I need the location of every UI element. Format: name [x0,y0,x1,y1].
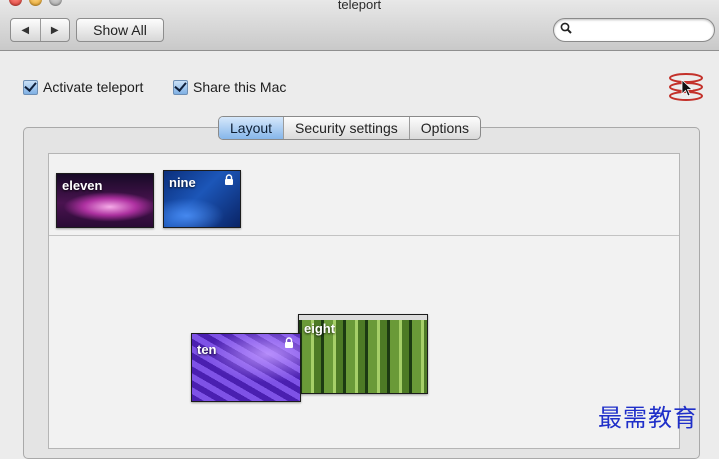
back-arrow-icon: ◀ [21,24,30,36]
window-toolbar: teleport ◀ ▶ Show All [0,0,719,51]
back-button[interactable]: ◀ [11,19,40,41]
share-this-mac-check[interactable] [173,79,188,95]
show-all-button[interactable]: Show All [76,18,164,42]
watermark-text: 最需教育 [598,404,698,432]
tab-security-settings[interactable]: Security settings [283,117,409,139]
layout-divider [49,235,679,236]
back-forward-control: ◀ ▶ [10,18,70,42]
share-this-mac-checkbox[interactable]: Share this Mac [173,78,286,96]
search-icon [560,22,572,37]
activate-teleport-check[interactable] [23,79,38,95]
forward-button[interactable]: ▶ [39,19,70,41]
lock-icon [225,174,233,185]
activate-teleport-checkbox[interactable]: Activate teleport [23,78,143,96]
screen-name: nine [169,175,196,190]
tab-layout[interactable]: Layout [219,117,284,139]
activate-teleport-label: Activate teleport [43,79,144,95]
tab-bar: Layout Security settings Options [218,116,482,140]
screen-name: ten [197,342,217,357]
screen-thumbnail-eleven[interactable]: eleven [56,173,154,228]
lock-icon [285,337,293,348]
screen-thumbnail-ten[interactable]: ten [191,333,301,402]
window-title: teleport [337,0,382,12]
screen-name: eight [304,321,336,336]
screen-menubar [299,315,427,320]
tab-options[interactable]: Options [408,117,480,139]
screen-thumbnail-nine[interactable]: nine [163,170,241,228]
forward-arrow-icon: ▶ [50,24,59,36]
share-this-mac-label: Share this Mac [193,79,287,95]
search-field[interactable] [553,18,715,42]
teleport-logo-icon [669,73,703,101]
screen-name: eleven [62,178,103,193]
screen-thumbnail-eight[interactable]: eight [298,314,428,394]
